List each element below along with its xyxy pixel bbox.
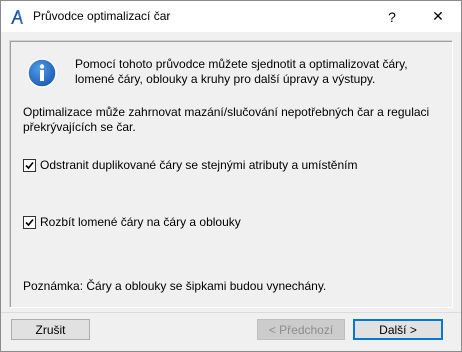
title-bar: Průvodce optimalizací čar ? ✕ <box>1 1 461 32</box>
wizard-dialog: Průvodce optimalizací čar ? ✕ Pomocí toh… <box>0 0 462 352</box>
break-polylines-label[interactable]: Rozbít lomené čáry na čáry a oblouky <box>40 215 241 229</box>
remove-duplicates-label[interactable]: Odstranit duplikované čáry se stejnými a… <box>40 158 357 172</box>
info-icon <box>27 58 57 88</box>
help-button[interactable]: ? <box>369 1 415 32</box>
cancel-button[interactable]: Zrušit <box>11 319 90 340</box>
close-button[interactable]: ✕ <box>415 1 461 32</box>
next-button[interactable]: Další > <box>353 319 443 340</box>
intro-text: Pomocí tohoto průvodce můžete sjednotit … <box>75 57 408 86</box>
remove-duplicates-checkbox[interactable] <box>23 158 36 172</box>
description-text: Optimalizace může zahrnovat mazání/slučo… <box>23 105 430 134</box>
break-polylines-checkbox[interactable] <box>23 215 36 229</box>
option-break-polylines[interactable]: Rozbít lomené čáry na čáry a oblouky <box>23 215 241 229</box>
app-icon <box>9 9 25 25</box>
wizard-panel: Pomocí tohoto průvodce můžete sjednotit … <box>9 40 453 308</box>
checkmark-icon <box>25 218 34 226</box>
option-remove-duplicates[interactable]: Odstranit duplikované čáry se stejnými a… <box>23 158 357 172</box>
checkmark-icon <box>25 161 34 169</box>
window-title: Průvodce optimalizací čar <box>33 9 171 23</box>
back-button[interactable]: < Předchozí <box>257 319 345 340</box>
footer-divider <box>1 312 461 313</box>
note-text: Poznámka: Čáry a oblouky se šipkami budo… <box>23 279 327 293</box>
